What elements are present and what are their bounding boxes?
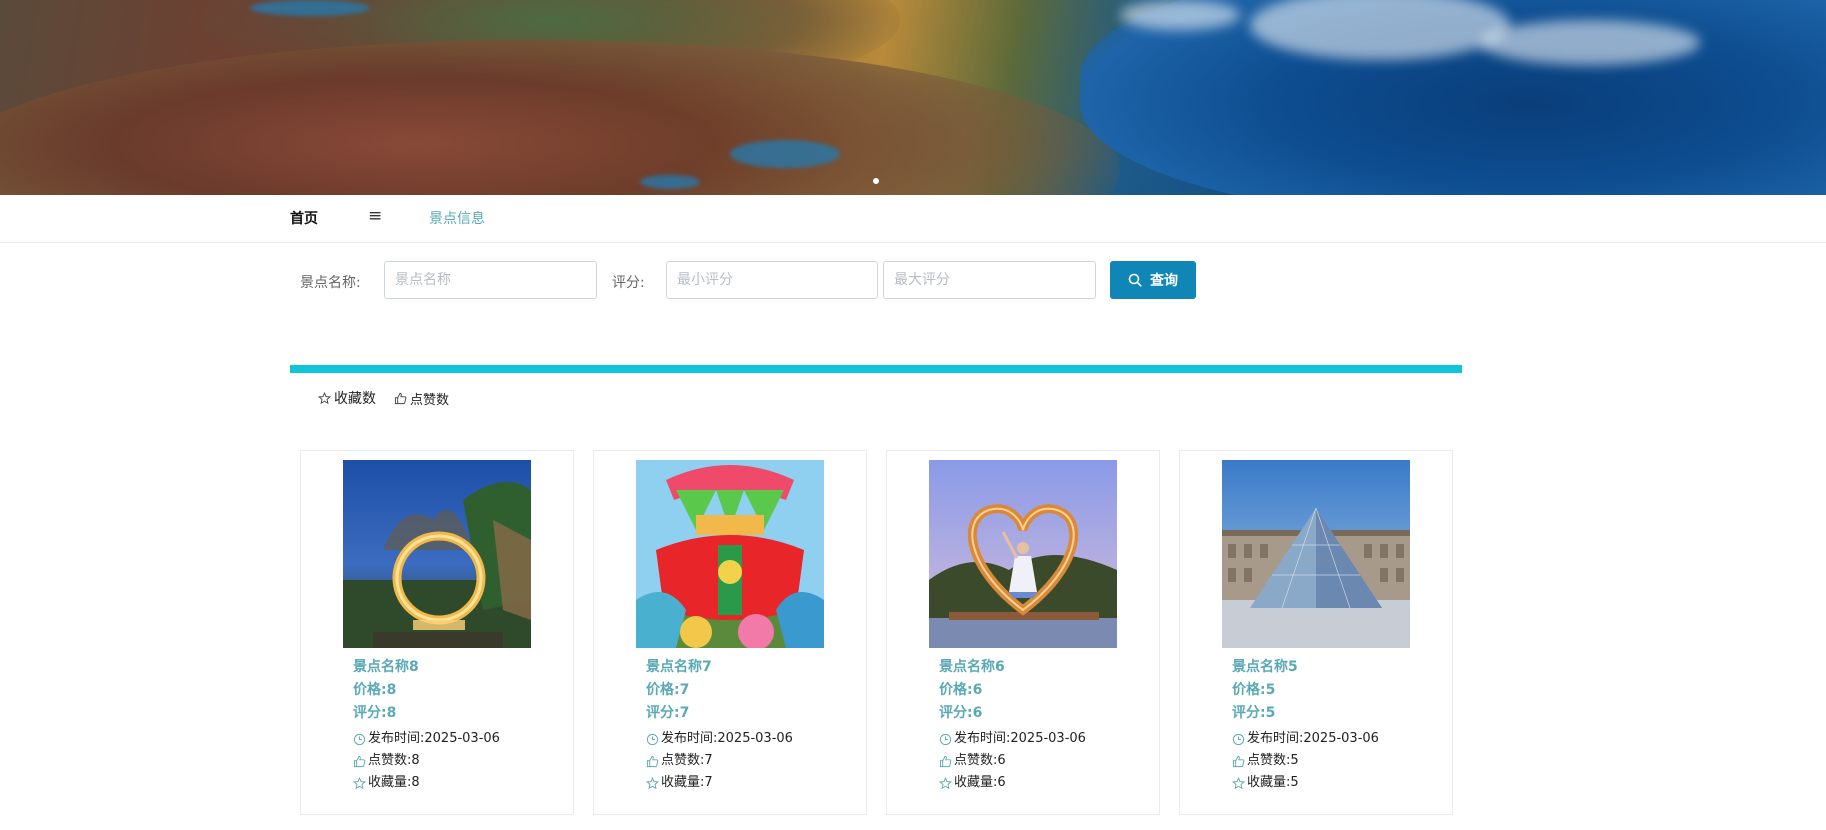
attraction-image[interactable] [343, 460, 531, 648]
thumbs-up-icon [646, 755, 659, 767]
like-count: 点赞数:6 [939, 753, 1006, 769]
attraction-name[interactable]: 景点名称7 [646, 659, 712, 675]
clock-icon [646, 733, 659, 745]
like-count: 点赞数:5 [1232, 753, 1299, 769]
sort-likes-label: 点赞数 [410, 392, 450, 408]
hero-banner [0, 0, 1826, 195]
attraction-name[interactable]: 景点名称5 [1232, 659, 1298, 675]
publish-time-text: 发布时间:2025-03-06 [954, 731, 1086, 746]
attraction-score: 评分:8 [353, 705, 397, 721]
star-icon [353, 776, 366, 789]
favorite-count: 收藏量:6 [939, 775, 1006, 791]
menu-icon[interactable]: ≡ [368, 208, 382, 225]
thumbs-up-icon [394, 392, 407, 404]
attraction-image[interactable] [929, 460, 1117, 648]
like-count: 点赞数:8 [353, 753, 420, 769]
attraction-card[interactable]: 景点名称8 价格:8 评分:8 发布时间:2025-03-06 点赞数:8 收藏… [300, 450, 574, 815]
publish-time-text: 发布时间:2025-03-06 [1247, 731, 1379, 746]
favorite-count: 收藏量:5 [1232, 775, 1299, 791]
attraction-price: 价格:5 [1232, 682, 1276, 698]
attraction-card[interactable]: 景点名称5 价格:5 评分:5 发布时间:2025-03-06 点赞数:5 收藏… [1179, 450, 1453, 815]
publish-time: 发布时间:2025-03-06 [353, 731, 500, 747]
thumbs-up-icon [1232, 755, 1245, 767]
like-count: 点赞数:7 [646, 753, 713, 769]
sort-by-favorites[interactable]: 收藏数 [318, 388, 376, 408]
publish-time-text: 发布时间:2025-03-06 [661, 731, 793, 746]
attraction-card[interactable]: 景点名称6 价格:6 评分:6 发布时间:2025-03-06 点赞数:6 收藏… [886, 450, 1160, 815]
publish-time: 发布时间:2025-03-06 [1232, 731, 1379, 747]
min-score-input[interactable] [666, 261, 878, 299]
attraction-name[interactable]: 景点名称6 [939, 659, 1005, 675]
favorite-count-text: 收藏量:6 [954, 775, 1006, 790]
search-form: 景点名称: 评分: 查询 [0, 260, 1826, 300]
attraction-image[interactable] [1222, 460, 1410, 648]
sort-favorites-label: 收藏数 [334, 391, 376, 407]
attraction-price: 价格:6 [939, 682, 983, 698]
like-count-text: 点赞数:8 [368, 753, 420, 768]
attraction-score: 评分:7 [646, 705, 690, 721]
search-button[interactable]: 查询 [1110, 261, 1196, 299]
like-count-text: 点赞数:7 [661, 753, 713, 768]
favorite-count-text: 收藏量:5 [1247, 775, 1299, 790]
search-button-label: 查询 [1150, 273, 1178, 289]
attraction-score: 评分:6 [939, 705, 983, 721]
star-icon [646, 776, 659, 789]
attraction-name-input[interactable] [384, 261, 597, 299]
publish-time: 发布时间:2025-03-06 [939, 731, 1086, 747]
favorite-count: 收藏量:8 [353, 775, 420, 791]
publish-time-text: 发布时间:2025-03-06 [368, 731, 500, 746]
star-icon [318, 391, 331, 404]
max-score-input[interactable] [883, 261, 1096, 299]
attraction-name[interactable]: 景点名称8 [353, 659, 419, 675]
accent-divider [290, 365, 1462, 373]
attraction-score: 评分:5 [1232, 705, 1276, 721]
clock-icon [939, 733, 952, 745]
attraction-card[interactable]: 景点名称7 价格:7 评分:7 发布时间:2025-03-06 点赞数:7 收藏… [593, 450, 867, 815]
like-count-text: 点赞数:5 [1247, 753, 1299, 768]
top-nav: 首页 ≡ 景点信息 [0, 195, 1826, 243]
like-count-text: 点赞数:6 [954, 753, 1006, 768]
thumbs-up-icon [353, 755, 366, 767]
score-label: 评分: [612, 275, 645, 291]
clock-icon [353, 733, 366, 745]
search-icon [1128, 273, 1142, 287]
star-icon [1232, 776, 1245, 789]
nav-home[interactable]: 首页 [290, 211, 318, 227]
thumbs-up-icon [939, 755, 952, 767]
sort-by-likes[interactable]: 点赞数 [394, 388, 449, 408]
nav-attraction-info[interactable]: 景点信息 [429, 211, 485, 227]
name-label: 景点名称: [300, 275, 361, 291]
attraction-image[interactable] [636, 460, 824, 648]
attraction-price: 价格:7 [646, 682, 690, 698]
star-icon [939, 776, 952, 789]
clock-icon [1232, 733, 1245, 745]
publish-time: 发布时间:2025-03-06 [646, 731, 793, 747]
favorite-count-text: 收藏量:7 [661, 775, 713, 790]
attraction-price: 价格:8 [353, 682, 397, 698]
sort-bar: 收藏数 点赞数 [318, 388, 449, 408]
carousel-dot[interactable] [873, 178, 879, 184]
favorite-count-text: 收藏量:8 [368, 775, 420, 790]
favorite-count: 收藏量:7 [646, 775, 713, 791]
